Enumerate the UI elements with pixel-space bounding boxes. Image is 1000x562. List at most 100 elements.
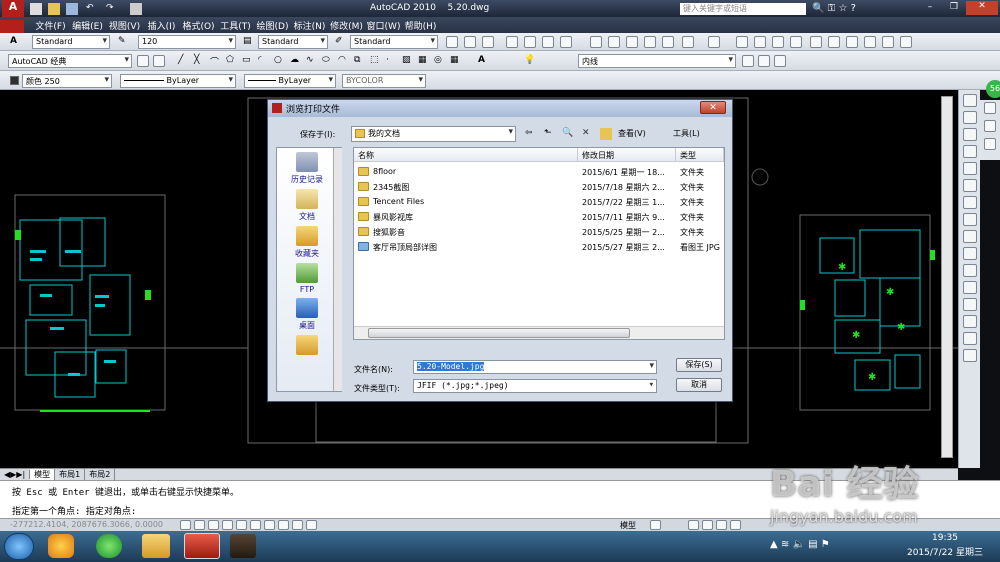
arc-icon[interactable]: ◜ xyxy=(258,55,270,67)
ducs-icon[interactable] xyxy=(264,520,275,530)
spline-icon[interactable]: ∿ xyxy=(306,55,318,67)
paste-icon[interactable] xyxy=(626,36,638,48)
markup-icon[interactable] xyxy=(882,36,894,48)
place-more[interactable] xyxy=(277,331,337,355)
polygon-icon[interactable]: ⬠ xyxy=(226,55,238,67)
redo-icon[interactable] xyxy=(708,36,720,48)
workspace-settings-icon[interactable] xyxy=(137,55,149,67)
taskbar-app-qq-icon[interactable] xyxy=(48,534,74,558)
join-icon[interactable] xyxy=(962,298,977,311)
minimize-button[interactable]: – xyxy=(920,2,940,15)
hatch-icon[interactable]: ▨ xyxy=(402,55,414,67)
menu-help[interactable]: 帮助(H) xyxy=(402,17,439,34)
move-icon[interactable] xyxy=(962,179,977,192)
dyn-icon[interactable] xyxy=(278,520,289,530)
tablestyle-select[interactable]: Standard xyxy=(350,35,438,49)
taskbar-app-photo-icon[interactable] xyxy=(230,534,256,558)
model-space-label[interactable]: 模型 xyxy=(620,520,636,531)
stretch-icon[interactable] xyxy=(962,230,977,243)
close-button[interactable]: ✕ xyxy=(966,1,998,15)
menu-draw[interactable]: 绘图(D) xyxy=(254,17,291,34)
back-icon[interactable]: ⇦ xyxy=(525,128,537,140)
polar-icon[interactable] xyxy=(222,520,233,530)
sheetset-icon[interactable] xyxy=(864,36,876,48)
mirror-icon[interactable] xyxy=(962,128,977,141)
redo-icon[interactable]: ↷ xyxy=(106,3,118,15)
plotstyle-select[interactable]: BYCOLOR xyxy=(342,74,426,88)
blockeditor-icon[interactable] xyxy=(662,36,674,48)
plot-icon[interactable] xyxy=(130,3,142,15)
line-icon[interactable]: ╱ xyxy=(178,55,190,67)
column-name[interactable]: 名称 xyxy=(354,148,578,162)
network-icon[interactable]: ▲ xyxy=(770,539,778,550)
tab-nav-icon[interactable]: ◀▶▶| xyxy=(0,470,31,479)
menu-edit[interactable]: 编辑(E) xyxy=(69,17,106,34)
scale-icon[interactable] xyxy=(962,213,977,226)
textstyle-select[interactable]: Standard xyxy=(32,35,110,49)
file-row[interactable]: 2345截图 2015/7/18 星期六 2... 文件夹 xyxy=(354,180,724,195)
ellipse-icon[interactable]: ⬭ xyxy=(322,55,334,67)
app-menu-icon[interactable] xyxy=(0,20,24,34)
fillet-icon[interactable] xyxy=(962,332,977,345)
place-history[interactable]: 历史记录 xyxy=(277,148,337,185)
insert-block-icon[interactable]: ⧉ xyxy=(354,55,366,67)
copy-icon[interactable] xyxy=(608,36,620,48)
rotate-icon[interactable] xyxy=(962,196,977,209)
publish-icon[interactable] xyxy=(542,36,554,48)
tab-layout1[interactable]: 布局1 xyxy=(55,469,86,480)
layer-iso-icon[interactable] xyxy=(774,55,786,67)
zoom-realtime-icon[interactable] xyxy=(754,36,766,48)
chamfer-icon[interactable] xyxy=(962,315,977,328)
break-icon[interactable] xyxy=(962,281,977,294)
key-icon[interactable]: ⚿ xyxy=(828,3,836,14)
grid-icon[interactable] xyxy=(194,520,205,530)
taskbar-app-ie-icon[interactable] xyxy=(96,534,122,558)
qp-icon[interactable] xyxy=(306,520,317,530)
open-icon[interactable] xyxy=(48,3,60,15)
filetype-select[interactable]: JFIF (*.jpg;*.jpeg) xyxy=(413,379,657,393)
otrack-icon[interactable] xyxy=(250,520,261,530)
taskbar-app-explorer-icon[interactable] xyxy=(142,534,170,558)
erase-icon[interactable] xyxy=(962,94,977,107)
menu-format[interactable]: 格式(O) xyxy=(180,17,217,34)
ortho-icon[interactable] xyxy=(208,520,219,530)
layer-state-icon[interactable] xyxy=(758,55,770,67)
menu-file[interactable]: 文件(F) xyxy=(32,17,69,34)
help-icon[interactable]: ? xyxy=(851,3,856,14)
volume-icon[interactable]: 🔈 xyxy=(792,539,804,550)
zoom-previous-icon[interactable] xyxy=(790,36,802,48)
gradient-icon[interactable]: ▦ xyxy=(418,55,430,67)
place-favorites[interactable]: 收藏夹 xyxy=(277,222,337,259)
menu-insert[interactable]: 插入(I) xyxy=(143,17,180,34)
xline-icon[interactable]: ╳ xyxy=(194,55,206,67)
trim-icon[interactable] xyxy=(962,247,977,260)
lineweight-select[interactable]: ByLayer xyxy=(244,74,336,88)
pan-icon[interactable] xyxy=(736,36,748,48)
layer-icon[interactable] xyxy=(984,120,996,132)
workspace-select[interactable]: AutoCAD 经典 xyxy=(8,54,132,68)
3dprint-icon[interactable] xyxy=(560,36,572,48)
calc-icon[interactable] xyxy=(900,36,912,48)
explode-icon[interactable] xyxy=(962,349,977,362)
place-documents[interactable]: 文档 xyxy=(277,185,337,222)
file-row[interactable]: 搜狐影音 2015/5/25 星期一 2... 文件夹 xyxy=(354,225,724,240)
flag-icon[interactable]: ⚑ xyxy=(821,539,830,550)
file-row[interactable]: Tencent Files 2015/7/22 星期三 1... 文件夹 xyxy=(354,195,724,210)
properties-icon[interactable] xyxy=(810,36,822,48)
column-date[interactable]: 修改日期 xyxy=(578,148,676,162)
save-button[interactable]: 保存(S) xyxy=(676,358,722,372)
layer-icon[interactable] xyxy=(984,138,996,150)
tab-layout2[interactable]: 布局2 xyxy=(85,469,116,480)
table-icon[interactable]: ▦ xyxy=(450,55,462,67)
open-icon[interactable] xyxy=(464,36,476,48)
maximize-button[interactable]: ❐ xyxy=(944,2,964,15)
column-type[interactable]: 类型 xyxy=(676,148,724,162)
search-icon[interactable]: 🔍 xyxy=(812,3,824,14)
circle-icon[interactable]: ○ xyxy=(274,55,286,67)
undo-icon[interactable] xyxy=(682,36,694,48)
undo-icon[interactable]: ↶ xyxy=(86,3,98,15)
point-icon[interactable]: · xyxy=(386,55,398,67)
file-row[interactable]: 8floor 2015/6/1 星期一 18... 文件夹 xyxy=(354,165,724,180)
mtext-icon[interactable]: A xyxy=(478,55,490,67)
preview-icon[interactable] xyxy=(524,36,536,48)
